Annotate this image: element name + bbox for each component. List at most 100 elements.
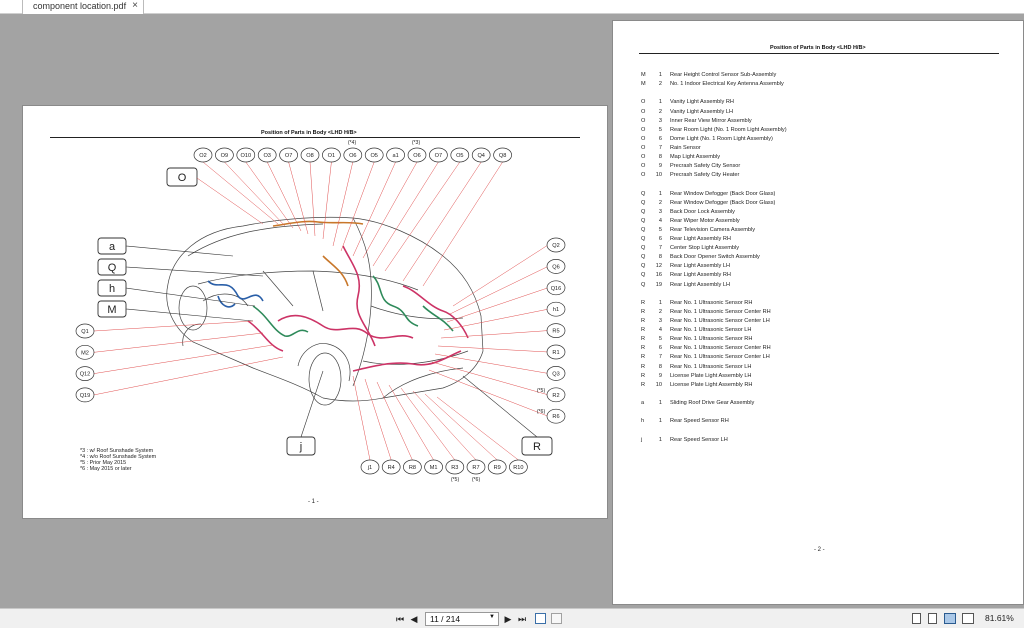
first-page-button[interactable]: ⏮	[395, 613, 405, 625]
footnote-mark: (*5)	[537, 388, 546, 394]
close-tab-icon[interactable]: ×	[132, 0, 138, 11]
legend-code: Q	[641, 190, 646, 197]
zoom-level[interactable]: 81.61%	[985, 613, 1014, 623]
wiring-harness	[322, 255, 349, 287]
legend-row: O 7 Rain Sensor	[641, 145, 701, 151]
car-body-outline	[187, 223, 324, 257]
legend-number: 9	[658, 372, 662, 379]
legend-row: Q 2 Rear Window Defogger (Back Door Glass)	[641, 200, 775, 206]
page-number-input[interactable]: 11 / 214 ▼	[425, 612, 499, 626]
leader-line	[412, 390, 477, 461]
legend-number: 1	[658, 72, 662, 78]
legend-code: O	[641, 108, 646, 115]
legend-description: Rear No. 1 Ultrasonic Sensor Center LH	[670, 318, 770, 324]
leader-line	[446, 287, 549, 323]
legend-row: O 6 Dome Light (No. 1 Room Light Assembly)	[641, 136, 773, 142]
callout-label: R10	[513, 465, 523, 471]
callout-label: R7	[472, 465, 479, 471]
two-page-view-icon[interactable]	[944, 613, 956, 624]
legend-number: 1	[658, 190, 662, 197]
callout-label: Q4	[477, 153, 484, 159]
leader-line	[245, 161, 294, 229]
document-tab[interactable]: component location.pdf ×	[22, 0, 144, 14]
legend-row: O 10 Precrash Safety City Heater	[641, 172, 739, 178]
legend-code: M	[641, 81, 646, 88]
continuous-view-icon[interactable]	[928, 613, 937, 624]
legend-number: 3	[658, 117, 662, 124]
single-page-view-icon[interactable]	[912, 613, 921, 624]
next-page-button[interactable]: ▶	[503, 613, 513, 625]
legend-description: Rear Height Control Sensor Sub-Assembly	[670, 72, 777, 78]
legend-row: R 2 Rear No. 1 Ultrasonic Sensor Center RH	[641, 309, 771, 315]
leader-line	[266, 161, 302, 232]
callout-label: O6	[413, 153, 420, 159]
legend-description: Rear No. 1 Ultrasonic Sensor Center LH	[670, 354, 770, 361]
group-label: j	[299, 441, 302, 453]
leader-line	[422, 161, 503, 287]
legend-number: 1	[658, 436, 662, 443]
chevron-down-icon[interactable]: ▼	[489, 614, 495, 620]
group-label: R	[533, 441, 541, 453]
legend-code: Q	[641, 236, 646, 242]
car-body-outline	[182, 323, 202, 347]
callout-label: O1	[328, 153, 335, 159]
legend-description: Precrash Safety City Heater	[670, 172, 740, 179]
callout-label: O7	[285, 153, 292, 159]
legend-description: Rear Room Light (No. 1 Room Light Assemb…	[670, 126, 787, 133]
legend-number: 5	[658, 226, 662, 233]
legend-code: R	[641, 318, 646, 324]
legend-number: 19	[655, 281, 662, 288]
leader-line	[93, 356, 284, 396]
legend-code: O	[641, 144, 646, 151]
legend-number: 4	[658, 327, 662, 334]
previous-page-button[interactable]: ◀	[409, 613, 419, 625]
legend-number: 7	[658, 144, 662, 151]
legend-code: R	[641, 299, 646, 306]
legend-description: Precrash Safety City Sensor	[670, 163, 741, 170]
legend-description: Rear Window Defogger (Back Door Glass)	[670, 190, 776, 197]
leader-line	[400, 387, 456, 461]
leader-line	[196, 177, 264, 225]
title-rule	[639, 53, 999, 54]
leader-line	[434, 353, 549, 374]
two-page-continuous-view-icon[interactable]	[962, 613, 974, 624]
legend-code: R	[641, 381, 646, 388]
legend-number: 4	[658, 217, 662, 224]
leader-line	[93, 320, 254, 332]
legend-number: 10	[655, 381, 662, 388]
last-page-button[interactable]: ⏭	[517, 613, 527, 625]
fit-width-icon[interactable]	[551, 613, 562, 624]
callout-label: Q2	[552, 243, 559, 249]
legend-code: R	[641, 336, 646, 343]
legend-description: Rear No. 1 Ultrasonic Sensor LH	[670, 363, 752, 370]
legend-number: 7	[658, 245, 662, 252]
leader-line	[402, 161, 482, 282]
page-number: - 2 -	[814, 547, 825, 553]
legend-code: O	[641, 163, 646, 170]
callout-label: Q6	[552, 264, 559, 270]
legend-row: Q 8 Back Door Opener Switch Assembly	[641, 254, 760, 260]
legend-row: Q 1 Rear Window Defogger (Back Door Glass)	[641, 191, 775, 197]
document-viewer[interactable]: Position of Parts in Body <LHD H/B> O2 O9…	[0, 14, 1024, 608]
callout-label: O5	[456, 153, 463, 159]
leader-line	[424, 393, 498, 461]
leader-line	[332, 161, 354, 247]
legend-number: 2	[658, 81, 662, 88]
legend-number: 1	[658, 299, 662, 306]
legend-row: Q 5 Rear Television Camera Assembly	[641, 227, 755, 233]
callout-label: M1	[430, 465, 438, 471]
leader-line	[431, 361, 549, 396]
fit-page-icon[interactable]	[535, 613, 546, 624]
legend-row: R 5 Rear No. 1 Ultrasonic Sensor RH	[641, 336, 752, 342]
legend-description: Rear Window Defogger (Back Door Glass)	[670, 199, 776, 206]
car-body-outline	[362, 350, 469, 365]
callout-label: R2	[552, 393, 559, 399]
wiring-harness	[252, 305, 309, 337]
legend-row: M 2 No. 1 Indoor Electrical Key Antenna As…	[641, 81, 784, 87]
footnotes: *3 : w/ Roof Sunshade System *4 : w/o Ro…	[80, 448, 156, 472]
legend-number: 6	[658, 345, 662, 352]
wiring-harness	[372, 275, 419, 327]
legend-description: Rear Light Assembly RH	[670, 236, 731, 242]
legend-description: Rear Speed Sensor RH	[670, 418, 729, 425]
legend-code: O	[641, 154, 646, 160]
